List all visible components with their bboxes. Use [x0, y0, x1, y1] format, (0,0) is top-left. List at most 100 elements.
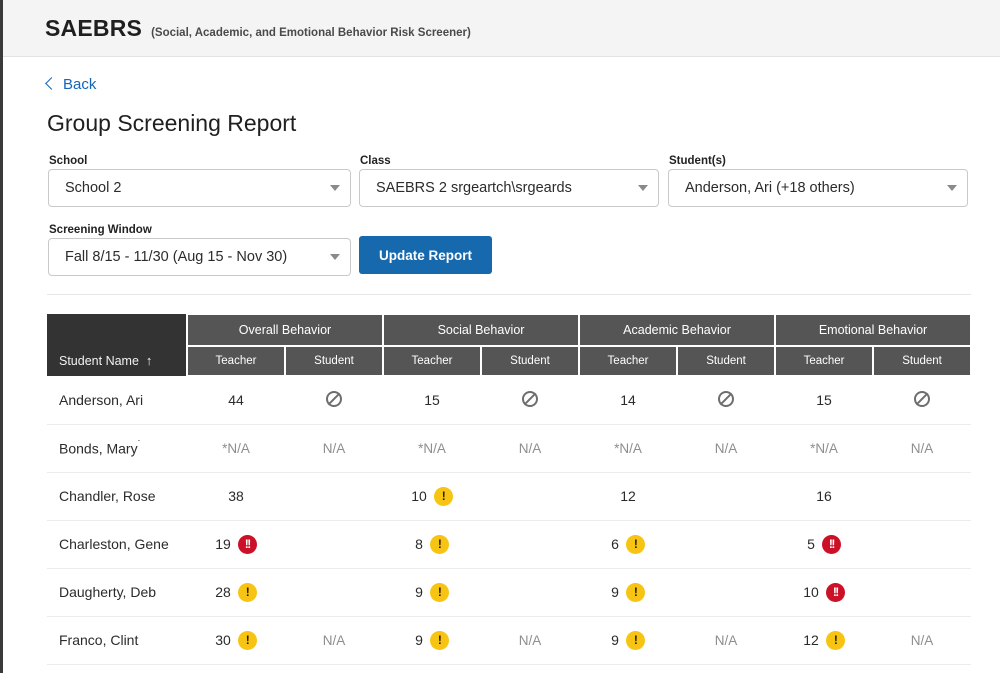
- class-select[interactable]: SAEBRS 2 srgeartch\srgeards: [359, 169, 659, 207]
- students-select[interactable]: Anderson, Ari (+18 others): [668, 169, 968, 207]
- score-cell: N/A: [873, 616, 972, 665]
- score-value: N/A: [910, 632, 934, 648]
- score-value: 9: [611, 584, 619, 600]
- chevron-down-icon: [330, 254, 340, 260]
- back-link[interactable]: Back: [45, 76, 97, 93]
- score-value: 6: [611, 536, 619, 552]
- score-value: 12: [620, 488, 636, 504]
- score-cell: [677, 472, 776, 521]
- app-logo-text: SAEBRS: [45, 15, 143, 41]
- score-cell-content: 12: [620, 488, 636, 504]
- score-value: 38: [228, 488, 244, 504]
- score-cell-content: 44: [228, 392, 244, 408]
- score-value: 19: [215, 536, 231, 552]
- table-group-header-row: Student Name ↑ Overall Behavior Social Be…: [47, 313, 973, 376]
- score-cell-content: *N/A: [614, 441, 642, 456]
- app-root: SAEBRS (Social, Academic, and Emotional …: [0, 0, 1000, 673]
- page-title: Group Screening Report: [47, 110, 297, 136]
- some-risk-badge-icon: !: [237, 630, 257, 650]
- student-name-cell: Chandler, Rose: [47, 472, 187, 521]
- score-cell: *N/A: [775, 424, 874, 473]
- score-value: 30: [215, 632, 231, 648]
- student-name-column-header[interactable]: Student Name ↑: [47, 314, 188, 376]
- score-cell-content: 15: [816, 392, 832, 408]
- score-cell-content: N/A: [323, 633, 346, 648]
- score-value: 12: [803, 632, 819, 648]
- score-cell: 6!: [579, 520, 678, 569]
- score-cell: 15: [775, 376, 874, 425]
- score-value: 28: [215, 584, 231, 600]
- score-cell: [285, 568, 383, 617]
- report-table-container: Student Name ↑ Overall Behavior Social Be…: [47, 313, 973, 665]
- no-entry-icon: [522, 390, 538, 407]
- score-cell-content: [522, 390, 538, 407]
- score-cell: [677, 520, 776, 569]
- score-value: N/A: [322, 440, 346, 456]
- subheader-social-student: Student: [479, 345, 581, 377]
- score-cell: 9!: [383, 568, 481, 617]
- score-cell-content: 9!: [415, 630, 449, 650]
- score-cell-content: 28!: [215, 582, 257, 602]
- score-cell: [677, 376, 776, 425]
- score-cell-content: 16: [816, 488, 832, 504]
- score-cell: [481, 472, 580, 521]
- table-row: Franco, Clint 30! N/A 9! N/A 9! N/A 12! N/A: [47, 616, 972, 665]
- subheader-emotional-student: Student: [872, 345, 973, 377]
- school-select[interactable]: School 2: [48, 169, 351, 207]
- score-cell-content: 9!: [611, 630, 645, 650]
- score-cell-content: 10!: [411, 486, 453, 506]
- student-name-text: Bonds, Mary: [59, 440, 138, 457]
- score-cell-content: [718, 390, 735, 407]
- score-cell-content: 9!: [611, 582, 645, 602]
- no-entry-icon: [914, 390, 931, 407]
- score-cell-content: 19!!: [215, 534, 257, 554]
- score-value: 8: [415, 536, 423, 552]
- score-cell: [285, 472, 383, 521]
- chevron-down-icon: [638, 185, 648, 191]
- score-cell: 12!: [775, 616, 874, 665]
- group-header-social-behavior: Social Behavior: [381, 313, 581, 347]
- class-field-label: Class: [360, 155, 391, 167]
- table-body: Anderson, Ari 44 15 14 15 Bonds, Mary˙ *N/A N/A…: [47, 376, 972, 665]
- subheader-emotional-teacher: Teacher: [774, 345, 875, 377]
- app-subtitle: (Social, Academic, and Emotional Behavio…: [151, 27, 471, 39]
- high-risk-badge-icon: !!: [821, 534, 841, 554]
- score-cell: 30!: [187, 616, 285, 665]
- no-entry-icon: [326, 390, 342, 407]
- score-cell: [873, 376, 972, 425]
- score-value: 15: [424, 392, 440, 409]
- group-header-academic-behavior: Academic Behavior: [578, 313, 777, 347]
- section-divider: [47, 294, 971, 295]
- screening-window-select[interactable]: Fall 8/15 - 11/30 (Aug 15 - Nov 30): [48, 238, 351, 276]
- update-report-button[interactable]: Update Report: [359, 236, 492, 274]
- score-value: *N/A: [418, 440, 446, 456]
- score-cell: [481, 568, 580, 617]
- score-cell: [677, 568, 776, 617]
- chevron-down-icon: [330, 185, 340, 191]
- score-cell: 9!: [383, 616, 481, 665]
- score-value: N/A: [714, 440, 738, 456]
- score-cell-content: N/A: [911, 633, 934, 648]
- high-risk-badge-icon: !!: [825, 582, 845, 602]
- score-value: 16: [816, 488, 832, 504]
- score-cell: 9!: [579, 616, 678, 665]
- back-link-label: Back: [63, 76, 97, 93]
- score-value: 44: [228, 392, 244, 409]
- score-cell: 12: [579, 472, 678, 521]
- score-value: 9: [415, 632, 423, 648]
- score-cell-content: *N/A: [810, 441, 838, 456]
- some-risk-badge-icon: !: [433, 486, 453, 506]
- score-cell: 9!: [579, 568, 678, 617]
- some-risk-badge-icon: !: [237, 582, 257, 602]
- subheader-overall-student: Student: [284, 345, 384, 377]
- score-value: 15: [816, 392, 832, 409]
- score-cell: 5!!: [775, 520, 874, 569]
- some-risk-badge-icon: !: [625, 534, 645, 554]
- no-entry-icon: [718, 390, 735, 407]
- table-row: Chandler, Rose 38 10! 12 16: [47, 472, 972, 521]
- some-risk-badge-icon: !: [429, 630, 449, 650]
- score-cell: *N/A: [383, 424, 481, 473]
- score-value: *N/A: [810, 440, 838, 456]
- student-name-cell: Charleston, Gene: [47, 520, 187, 569]
- score-cell: N/A: [873, 424, 972, 473]
